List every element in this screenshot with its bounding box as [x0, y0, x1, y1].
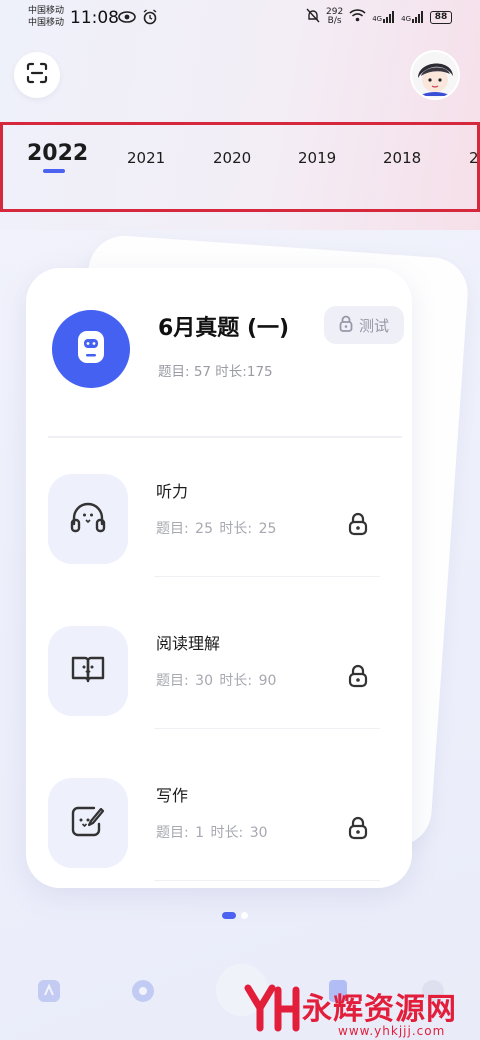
watermark-text: 永辉资源网 — [302, 992, 457, 1027]
tab-year-2021[interactable]: 2021 — [127, 149, 165, 167]
exam-title: 6月真题 (一) — [158, 316, 290, 341]
edit-icon — [70, 804, 106, 842]
tab-year-partial[interactable]: 2 — [469, 149, 477, 167]
test-button-label: 测试 — [358, 316, 389, 335]
tab-year-2018[interactable]: 2018 — [383, 149, 421, 167]
clock: 11:08 — [70, 8, 119, 28]
carrier-labels: 中国移动 中国移动 — [28, 5, 64, 29]
lock-icon — [339, 315, 353, 336]
alarm-icon — [142, 9, 158, 29]
mute-bell-icon — [306, 8, 320, 26]
robot-icon — [76, 329, 106, 369]
pager-dot[interactable] — [241, 912, 248, 919]
exam-card: 6月真题 (一) 题目: 57 时长:175 测试 听力 题目: 25 时长: … — [26, 268, 412, 888]
card-divider — [48, 436, 402, 438]
wifi-icon — [349, 9, 366, 25]
section-separator — [154, 576, 380, 577]
pager-dot-active[interactable] — [222, 912, 236, 919]
section-icon-tile — [48, 626, 128, 716]
status-bar: 中国移动 中国移动 11:08 292 B/s 4G 4G 88 — [0, 0, 480, 36]
lock-icon — [348, 512, 368, 540]
section-title: 听力 — [156, 482, 189, 501]
exam-icon-badge — [52, 310, 130, 388]
section-meta: 题目: 1 时长: 30 — [156, 825, 268, 841]
tab-year-2022[interactable]: 2022 — [27, 141, 88, 166]
section-meta: 题目: 25 时长: 25 — [156, 521, 277, 537]
card-pager — [222, 912, 248, 919]
book-icon — [70, 654, 106, 688]
watermark-url: www.yhkjjj.com — [338, 1024, 446, 1038]
nav-discover-icon[interactable] — [130, 978, 156, 1004]
section-icon-tile — [48, 778, 128, 868]
section-icon-tile — [48, 474, 128, 564]
nav-home-icon[interactable] — [36, 978, 62, 1004]
tab-year-2019[interactable]: 2019 — [298, 149, 336, 167]
eye-icon — [118, 9, 136, 29]
headphones-icon — [69, 500, 107, 538]
section-meta: 题目: 30 时长: 90 — [156, 673, 277, 689]
status-icons-left — [118, 9, 158, 29]
section-title: 阅读理解 — [156, 634, 221, 653]
signal-label-1: 4G — [372, 15, 383, 23]
avatar[interactable] — [410, 50, 460, 100]
section-separator — [154, 880, 380, 881]
section-reading[interactable]: 阅读理解 题目: 30 时长: 90 — [26, 626, 412, 746]
net-speed: 292 B/s — [326, 8, 343, 26]
net-speed-unit: B/s — [327, 16, 342, 26]
lock-icon — [348, 664, 368, 692]
section-separator — [154, 728, 380, 729]
section-writing[interactable]: 写作 题目: 1 时长: 30 — [26, 778, 412, 888]
test-button[interactable]: 测试 — [324, 306, 404, 344]
carrier-1: 中国移动 — [28, 6, 65, 16]
section-listening[interactable]: 听力 题目: 25 时长: 25 — [26, 474, 412, 594]
battery-indicator: 88 — [430, 10, 452, 24]
scan-icon — [26, 62, 48, 88]
tab-year-2020[interactable]: 2020 — [213, 149, 251, 167]
watermark: 永辉资源网 www.yhkjjj.com — [244, 980, 480, 1040]
scan-button[interactable] — [14, 52, 60, 98]
exam-meta: 题目: 57 时长:175 — [158, 364, 273, 380]
section-title: 写作 — [156, 786, 189, 805]
signal-icon: 4G — [372, 11, 395, 23]
year-tab-bar: 2022 2021 2020 2019 2018 2 — [0, 122, 480, 212]
status-icons-right: 292 B/s 4G 4G 88 — [306, 8, 452, 26]
active-tab-indicator — [43, 169, 65, 173]
signal-icon-2: 4G — [401, 11, 424, 23]
carrier-2: 中国移动 — [28, 18, 65, 28]
lock-icon — [348, 816, 368, 844]
watermark-logo-icon — [244, 982, 300, 1038]
signal-label-2: 4G — [401, 15, 411, 23]
